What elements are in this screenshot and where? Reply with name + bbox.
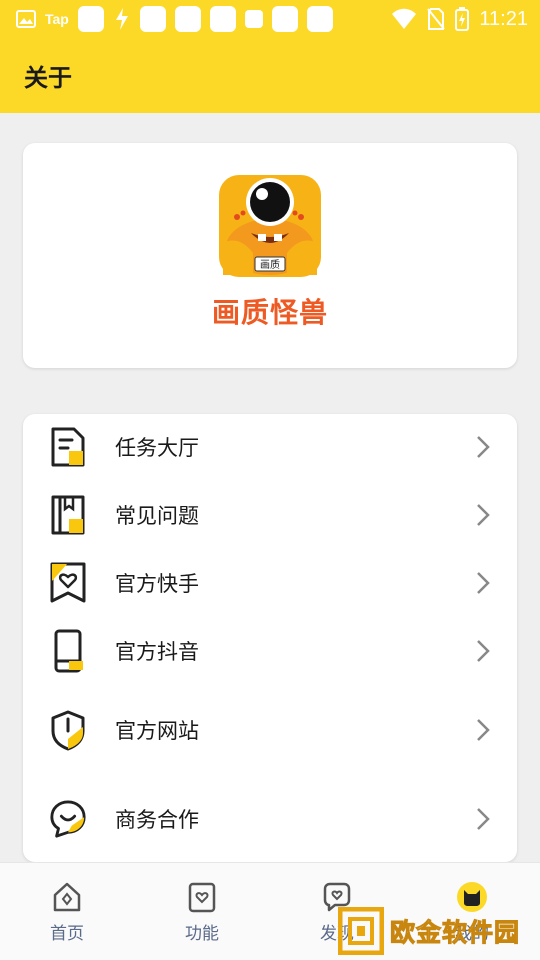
nav-label: 首页 <box>50 924 84 944</box>
battery-charging-icon <box>455 7 470 31</box>
watermark: 欧金软件园 <box>338 905 534 957</box>
page-title: 关于 <box>24 64 72 92</box>
notification-icon <box>244 10 263 28</box>
chevron-right-icon <box>477 572 490 594</box>
chevron-right-icon <box>477 640 490 662</box>
home-icon <box>53 882 81 912</box>
chat-bubble-icon <box>49 797 87 841</box>
shield-icon <box>49 708 87 752</box>
notification-icon <box>306 6 333 32</box>
app-bar: 关于 <box>0 38 540 113</box>
chevron-right-icon <box>477 808 490 830</box>
tap-label: Tap <box>45 11 69 27</box>
chevron-right-icon <box>477 719 490 741</box>
flash-icon <box>115 8 128 30</box>
no-sim-icon <box>427 8 446 30</box>
notification-icon <box>77 6 104 32</box>
menu-item-label: 任务大厅 <box>115 436 199 460</box>
menu-list: 任务大厅 常见问题 官方快手 官方抖音 官方网站 商务合作 <box>23 414 517 862</box>
app-name: 画质怪兽 <box>211 296 328 329</box>
nav-home[interactable]: 首页 <box>27 881 107 944</box>
watermark-text: 欧金软件园 <box>389 918 521 948</box>
menu-item-faq[interactable]: 常见问题 <box>23 482 517 548</box>
nav-features[interactable]: 功能 <box>162 881 242 944</box>
logo-badge-text: 画质 <box>260 259 280 271</box>
gallery-icon <box>16 10 36 28</box>
menu-item-task-hall[interactable]: 任务大厅 <box>23 414 517 480</box>
notification-icon <box>139 6 166 32</box>
heart-card-icon <box>188 882 216 913</box>
nav-label: 功能 <box>185 924 219 944</box>
watermark-logo <box>338 907 384 955</box>
notification-icon <box>209 6 236 32</box>
clock: 11:21 <box>479 7 528 30</box>
phone-icon <box>49 629 87 673</box>
menu-item-label: 官方快手 <box>115 572 199 596</box>
notification-icon <box>271 6 298 32</box>
menu-item-kuaishou[interactable]: 官方快手 <box>23 550 517 616</box>
app-logo: 画质 <box>219 175 321 277</box>
chevron-right-icon <box>477 504 490 526</box>
document-icon <box>49 425 87 469</box>
wifi-icon <box>392 8 417 29</box>
menu-item-label: 官方抖音 <box>115 640 199 664</box>
menu-item-label: 商务合作 <box>115 808 199 832</box>
menu-item-label: 官方网站 <box>115 719 199 743</box>
menu-item-douyin[interactable]: 官方抖音 <box>23 618 517 684</box>
menu-item-business[interactable]: 商务合作 <box>23 786 517 852</box>
menu-item-label: 常见问题 <box>115 504 199 528</box>
notification-icon <box>174 6 201 32</box>
chevron-right-icon <box>477 436 490 458</box>
book-icon <box>49 493 87 537</box>
app-info-card: 画质 画质怪兽 <box>23 143 517 368</box>
status-bar: Tap 11:21 <box>0 0 540 38</box>
menu-item-website[interactable]: 官方网站 <box>23 697 517 763</box>
heart-tag-icon <box>49 561 87 605</box>
